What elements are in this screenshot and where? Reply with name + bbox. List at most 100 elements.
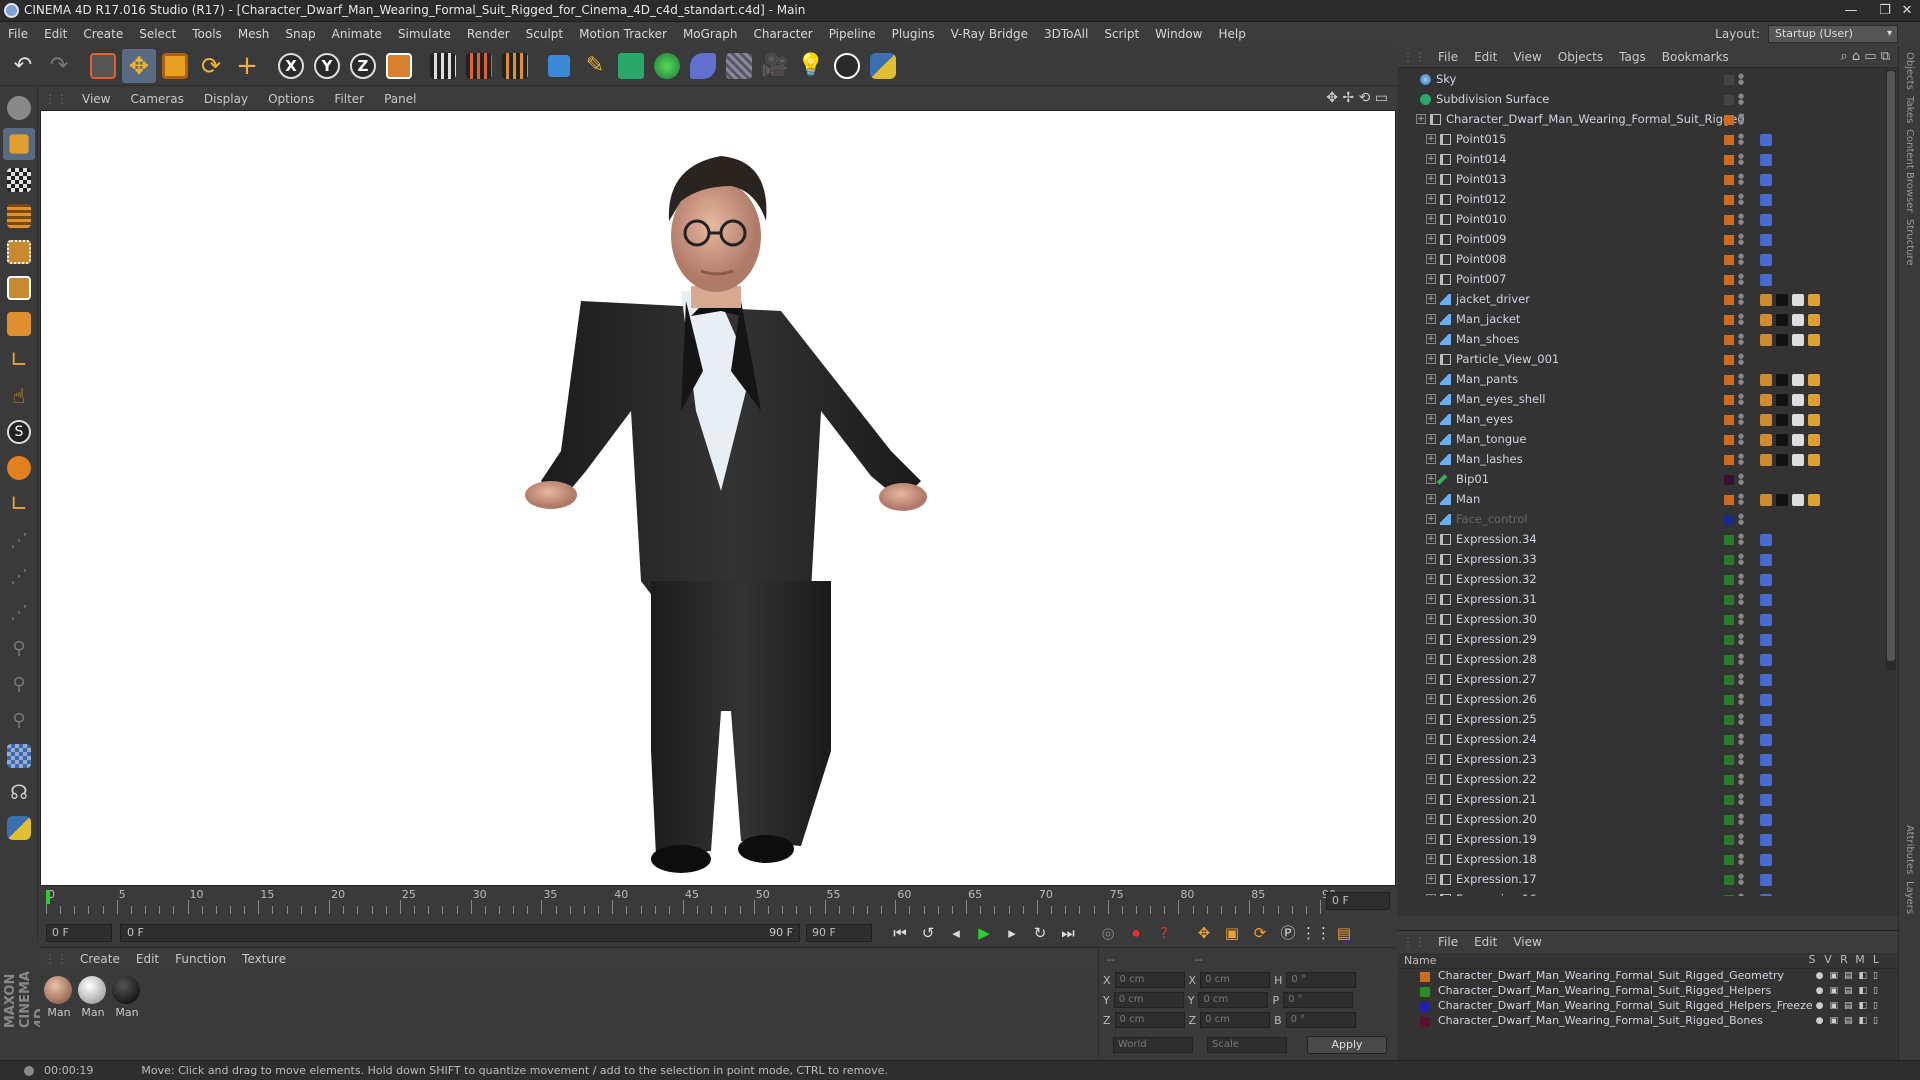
tag-icon[interactable] (1760, 394, 1772, 406)
object-row[interactable]: + Expression.23 ● ● (1398, 750, 1882, 770)
render-settings-icon[interactable] (498, 49, 532, 83)
layer-toggle-icons[interactable]: ●▣▤◧▯ (1816, 971, 1884, 981)
expand-toggle-icon[interactable]: + (1426, 754, 1436, 764)
layer-color-swatch[interactable] (1724, 135, 1734, 145)
frame-range-slider[interactable]: 0 F 90 F (120, 923, 800, 942)
cloner-icon[interactable] (650, 49, 684, 83)
expand-toggle-icon[interactable]: + (1426, 334, 1436, 344)
visibility-dots-icon[interactable]: ●● (1738, 73, 1744, 87)
layer-color-swatch[interactable] (1724, 115, 1734, 125)
layer-color-swatch[interactable] (1420, 987, 1430, 997)
layer-row[interactable]: Character_Dwarf_Man_Wearing_Formal_Suit_… (1398, 969, 1898, 984)
tag-icon[interactable] (1776, 414, 1788, 426)
visibility-dots-icon[interactable]: ●● (1738, 813, 1744, 827)
pen-spline-icon[interactable]: ✎ (578, 49, 612, 83)
material-swatch[interactable]: Man (44, 976, 74, 1019)
object-row[interactable]: + Expression.19 ● ● (1398, 830, 1882, 850)
material-menu-create[interactable]: Create (72, 948, 128, 970)
previous-frame-icon[interactable]: ◂ (944, 921, 968, 945)
expand-toggle-icon[interactable]: + (1426, 714, 1436, 724)
expand-toggle-icon[interactable]: + (1426, 534, 1436, 544)
menu-motion-tracker[interactable]: Motion Tracker (571, 22, 675, 46)
model-mode-icon[interactable] (3, 128, 35, 160)
rotate-icon[interactable]: ⟳ (194, 49, 228, 83)
object-row[interactable]: + Man ● ● (1398, 490, 1882, 510)
render-view-icon[interactable] (426, 49, 460, 83)
tag-icon[interactable] (1760, 614, 1772, 626)
expand-toggle-icon[interactable]: + (1426, 674, 1436, 684)
menu-3dtoall[interactable]: 3DToAll (1036, 22, 1096, 46)
object-row[interactable]: + Expression.20 ● ● (1398, 810, 1882, 830)
go-to-end-icon[interactable]: ⏭ (1056, 921, 1080, 945)
visibility-dots-icon[interactable]: ●● (1738, 833, 1744, 847)
layer-color-swatch[interactable] (1724, 655, 1734, 665)
layer-color-swatch[interactable] (1724, 235, 1734, 245)
3d-viewport[interactable] (40, 110, 1396, 886)
visibility-dots-icon[interactable]: ●● (1738, 773, 1744, 787)
object-row[interactable]: + Expression.16 ●● (1398, 890, 1882, 896)
next-frame-icon[interactable]: ▸ (1000, 921, 1024, 945)
menu-edit[interactable]: Edit (36, 22, 75, 46)
visibility-dots-icon[interactable]: ●● (1738, 293, 1744, 307)
object-row[interactable]: + jacket_driver ● ● (1398, 290, 1882, 310)
layer-color-swatch[interactable] (1724, 255, 1734, 265)
layer-row[interactable]: Character_Dwarf_Man_Wearing_Formal_Suit_… (1398, 984, 1898, 999)
tag-icon[interactable] (1760, 794, 1772, 806)
python-console-icon[interactable] (3, 812, 35, 844)
menu-file[interactable]: File (0, 22, 36, 46)
layer-color-swatch[interactable] (1724, 295, 1734, 305)
menu-sculpt[interactable]: Sculpt (518, 22, 571, 46)
quantize-icon[interactable]: ⋰ (3, 524, 35, 556)
go-to-start-icon[interactable]: ⏮ (888, 921, 912, 945)
menu-render[interactable]: Render (459, 22, 518, 46)
tag-icon[interactable] (1760, 674, 1772, 686)
scale-icon[interactable] (158, 49, 192, 83)
tag-icon[interactable] (1760, 714, 1772, 726)
layer-color-swatch[interactable] (1724, 355, 1734, 365)
tag-icon[interactable] (1760, 314, 1772, 326)
expand-toggle-icon[interactable]: + (1426, 514, 1436, 524)
menu-create[interactable]: Create (75, 22, 131, 46)
visibility-dots-icon[interactable]: ●● (1738, 733, 1744, 747)
object-scrollbar[interactable] (1886, 70, 1896, 670)
visibility-dots-icon[interactable]: ●● (1738, 433, 1744, 447)
layer-row[interactable]: Character_Dwarf_Man_Wearing_Formal_Suit_… (1398, 1014, 1898, 1029)
layer-menu-edit[interactable]: Edit (1466, 931, 1505, 953)
key-rotation-icon[interactable]: ⟳ (1248, 921, 1272, 945)
menu-script[interactable]: Script (1096, 22, 1147, 46)
tag-icon[interactable] (1792, 374, 1804, 386)
visibility-dots-icon[interactable]: ●● (1738, 453, 1744, 467)
layer-color-swatch[interactable] (1724, 675, 1734, 685)
expand-toggle-icon[interactable]: + (1426, 834, 1436, 844)
menu-character[interactable]: Character (745, 22, 820, 46)
render-region-icon[interactable] (3, 740, 35, 772)
tag-icon[interactable] (1776, 454, 1788, 466)
menu-mesh[interactable]: Mesh (230, 22, 278, 46)
workplane-icon[interactable] (3, 200, 35, 232)
expand-toggle-icon[interactable]: + (1426, 874, 1436, 884)
object-row[interactable]: + Point013 ● ● (1398, 170, 1882, 190)
layout-dropdown[interactable]: Startup (User) (1768, 25, 1898, 43)
layer-color-swatch[interactable] (1724, 535, 1734, 545)
layer-color-swatch[interactable] (1724, 75, 1734, 85)
tag-icon[interactable] (1760, 694, 1772, 706)
layer-color-swatch[interactable] (1724, 755, 1734, 765)
tag-icon[interactable] (1760, 254, 1772, 266)
current-frame-field[interactable]: 0 F (1326, 892, 1390, 910)
tag-icon[interactable] (1792, 294, 1804, 306)
visibility-dots-icon[interactable]: ●● (1738, 693, 1744, 707)
object-row[interactable]: + Expression.28 ● ● (1398, 650, 1882, 670)
layer-color-swatch[interactable] (1724, 775, 1734, 785)
tag-icon[interactable] (1760, 594, 1772, 606)
soft-selection-icon[interactable]: ☊ (3, 776, 35, 808)
menu-select[interactable]: Select (131, 22, 184, 46)
object-row[interactable]: + Expression.21 ● ● (1398, 790, 1882, 810)
tag-icon[interactable] (1792, 494, 1804, 506)
camera-icon[interactable]: 🎥 (758, 49, 792, 83)
start-frame-field[interactable]: 0 F (46, 923, 112, 942)
expand-toggle-icon[interactable]: + (1426, 474, 1436, 484)
axis-x-button[interactable]: X (274, 49, 308, 83)
tag-icon[interactable] (1808, 434, 1820, 446)
object-row[interactable]: + Point012 ● ● (1398, 190, 1882, 210)
live-selection-icon[interactable] (86, 49, 120, 83)
